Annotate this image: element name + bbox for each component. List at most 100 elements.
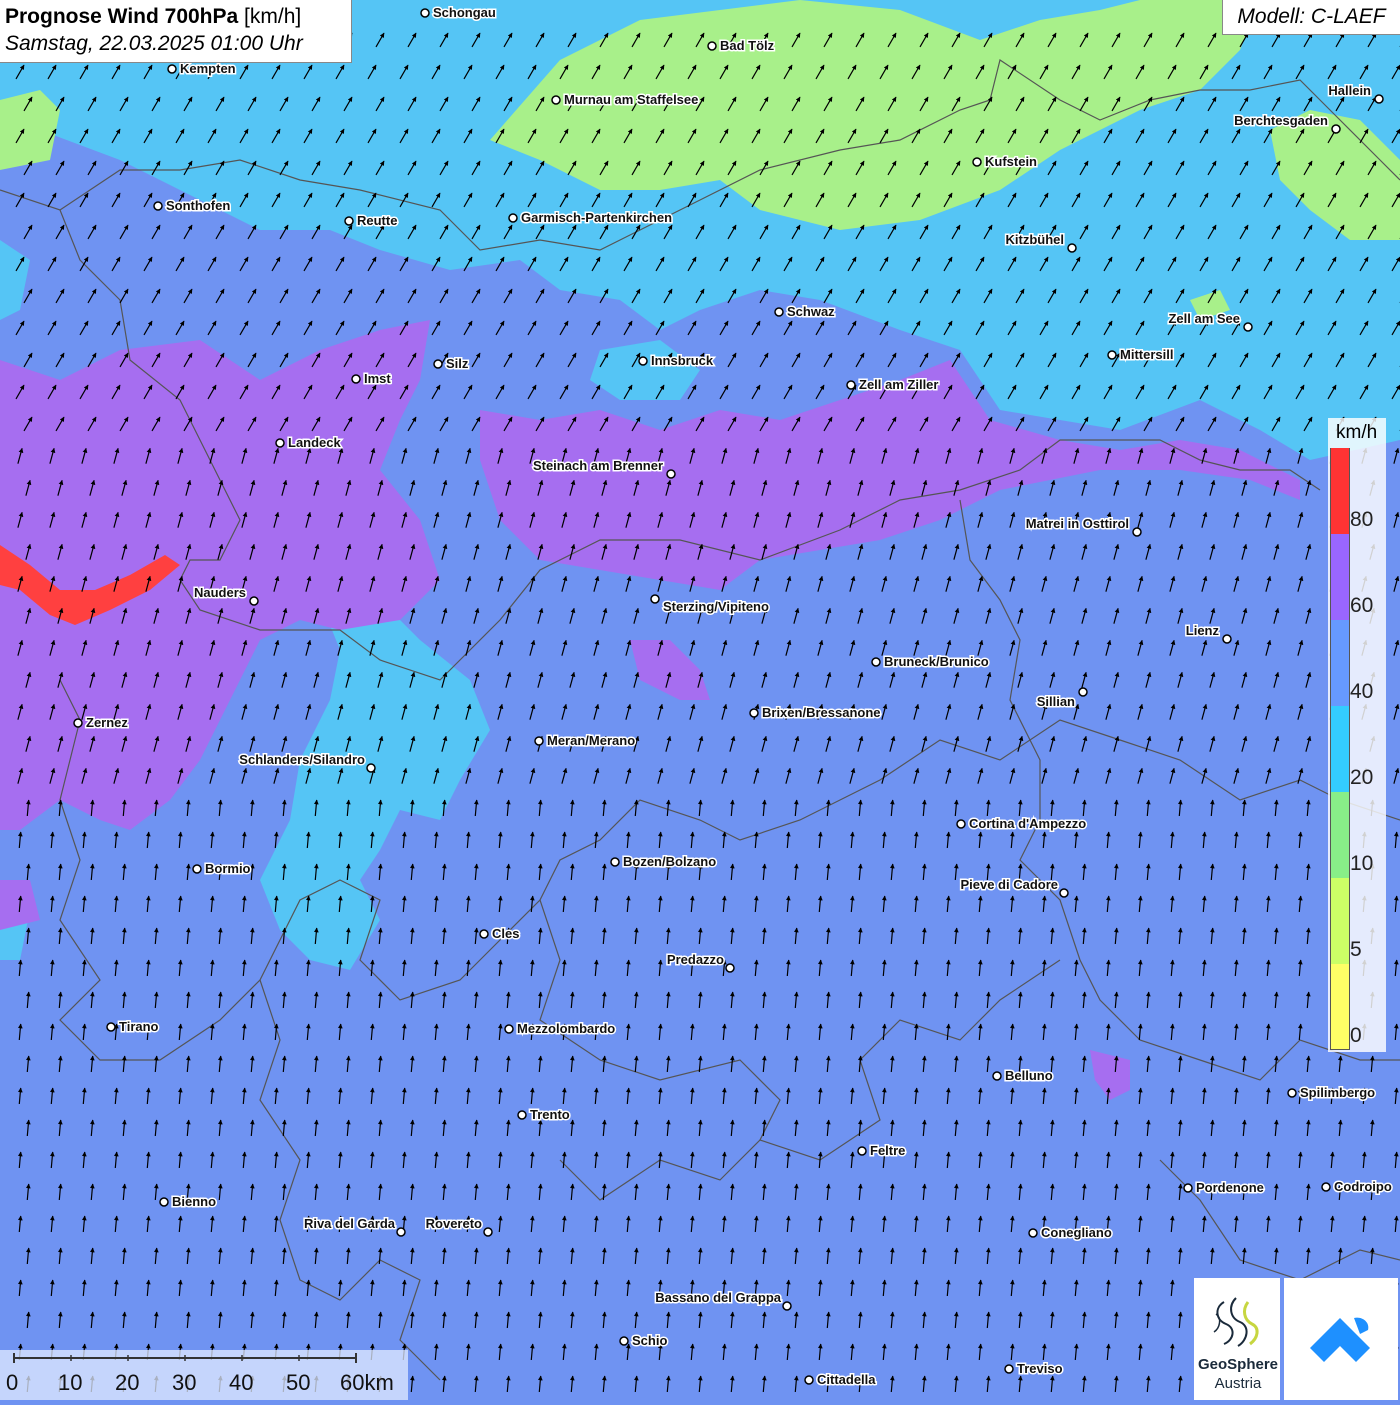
city-label: Belluno [1005,1068,1053,1083]
city-marker[interactable] [433,359,443,369]
city-label: Pordenone [1196,1180,1264,1195]
city-marker[interactable] [153,201,163,211]
city-marker[interactable] [192,864,202,874]
city-marker[interactable] [1321,1182,1331,1192]
city-label: Cittadella [817,1372,876,1387]
city-marker[interactable] [774,307,784,317]
city-marker[interactable] [508,213,518,223]
city-marker[interactable] [344,216,354,226]
city-marker[interactable] [871,657,881,667]
city-marker[interactable] [857,1146,867,1156]
scale-label-30: 30 [172,1370,197,1395]
city-label: Bienno [172,1194,216,1209]
city-label: Zell am See [1168,311,1240,326]
legend-bin-40-60 [1330,620,1350,706]
legend-label-0: 0 [1350,1024,1362,1047]
city-marker[interactable] [1222,634,1232,644]
city-marker[interactable] [1132,527,1142,537]
city-label: Bozen/Bolzano [623,854,716,869]
city-marker[interactable] [1287,1088,1297,1098]
legend-bin-20-40 [1330,706,1350,792]
city-marker[interactable] [972,157,982,167]
city-marker[interactable] [666,469,676,479]
city-label: Garmisch-Partenkirchen [521,210,672,225]
home-button-box[interactable] [1284,1278,1398,1400]
city-marker[interactable] [167,64,177,74]
legend-bin-60-80 [1330,534,1350,620]
city-marker[interactable] [707,41,717,51]
scale-label-60km: 60km [340,1370,394,1395]
city-label: Schio [632,1333,667,1348]
legend-label-10: 10 [1350,852,1374,875]
city-marker[interactable] [650,594,660,604]
city-label: Brixen/Bressanone [762,705,881,720]
city-marker[interactable] [504,1024,514,1034]
city-label: Bad Tölz [720,38,775,53]
legend-label-80: 80 [1350,508,1374,531]
city-label: Kufstein [985,154,1037,169]
legend-bin-0-5 [1330,964,1350,1050]
city-label: Riva del Garda [304,1216,396,1231]
city-marker[interactable] [610,857,620,867]
city-marker[interactable] [420,8,430,18]
logo-brand-text: GeoSphere [1197,1356,1279,1373]
city-label: Treviso [1017,1361,1063,1376]
city-marker[interactable] [1028,1228,1038,1238]
city-label: Trento [530,1107,570,1122]
city-label: Reutte [357,213,397,228]
city-marker[interactable] [396,1227,406,1237]
city-label: Sillian [1037,694,1075,709]
city-marker[interactable] [1374,94,1384,104]
city-marker[interactable] [1004,1364,1014,1374]
city-marker[interactable] [1331,124,1341,134]
city-marker[interactable] [638,356,648,366]
city-marker[interactable] [249,596,259,606]
scale-label-20: 20 [115,1370,140,1395]
city-marker[interactable] [1078,687,1088,697]
city-marker[interactable] [804,1375,814,1385]
city-marker[interactable] [551,95,561,105]
legend-bin-80-100 [1330,448,1350,534]
city-marker[interactable] [483,1227,493,1237]
city-marker[interactable] [534,736,544,746]
city-marker[interactable] [725,963,735,973]
city-label: Schongau [433,5,496,20]
city-label: Feltre [870,1143,905,1158]
city-marker[interactable] [1067,243,1077,253]
city-label: Berchtesgaden [1234,113,1328,128]
geosphere-logo-icon [1213,1297,1259,1347]
city-label: Matrei in Osttirol [1026,516,1129,531]
city-label: Bruneck/Brunico [884,654,989,669]
city-marker[interactable] [366,763,376,773]
city-label: Mezzolombardo [517,1021,615,1036]
city-marker[interactable] [106,1022,116,1032]
city-marker[interactable] [619,1336,629,1346]
city-label: Schlanders/Silandro [239,752,365,767]
city-marker[interactable] [517,1110,527,1120]
city-marker[interactable] [782,1301,792,1311]
city-label: Zell am Ziller [859,377,938,392]
city-label: Meran/Merano [547,733,635,748]
city-marker[interactable] [992,1071,1002,1081]
city-marker[interactable] [479,929,489,939]
city-marker[interactable] [749,708,759,718]
home-icon[interactable] [1284,1278,1398,1400]
city-marker[interactable] [73,718,83,728]
city-marker[interactable] [351,374,361,384]
city-marker[interactable] [1243,322,1253,332]
city-marker[interactable] [956,819,966,829]
city-label: Bormio [205,861,251,876]
city-marker[interactable] [275,438,285,448]
city-marker[interactable] [1059,888,1069,898]
city-marker[interactable] [1107,350,1117,360]
city-label: Zernez [86,715,128,730]
city-label: Cortina d'Ampezzo [969,816,1086,831]
city-marker[interactable] [846,380,856,390]
wind-map[interactable]: Schongau Bad Tölz Kempten Murnau am Staffel… [0,0,1400,1400]
city-marker[interactable] [159,1197,169,1207]
city-label: Sonthofen [166,198,230,213]
city-marker[interactable] [1183,1183,1193,1193]
legend-bin-10-20 [1330,792,1350,878]
city-label: Hallein [1328,83,1371,98]
title-unit: [km/h] [244,5,302,28]
